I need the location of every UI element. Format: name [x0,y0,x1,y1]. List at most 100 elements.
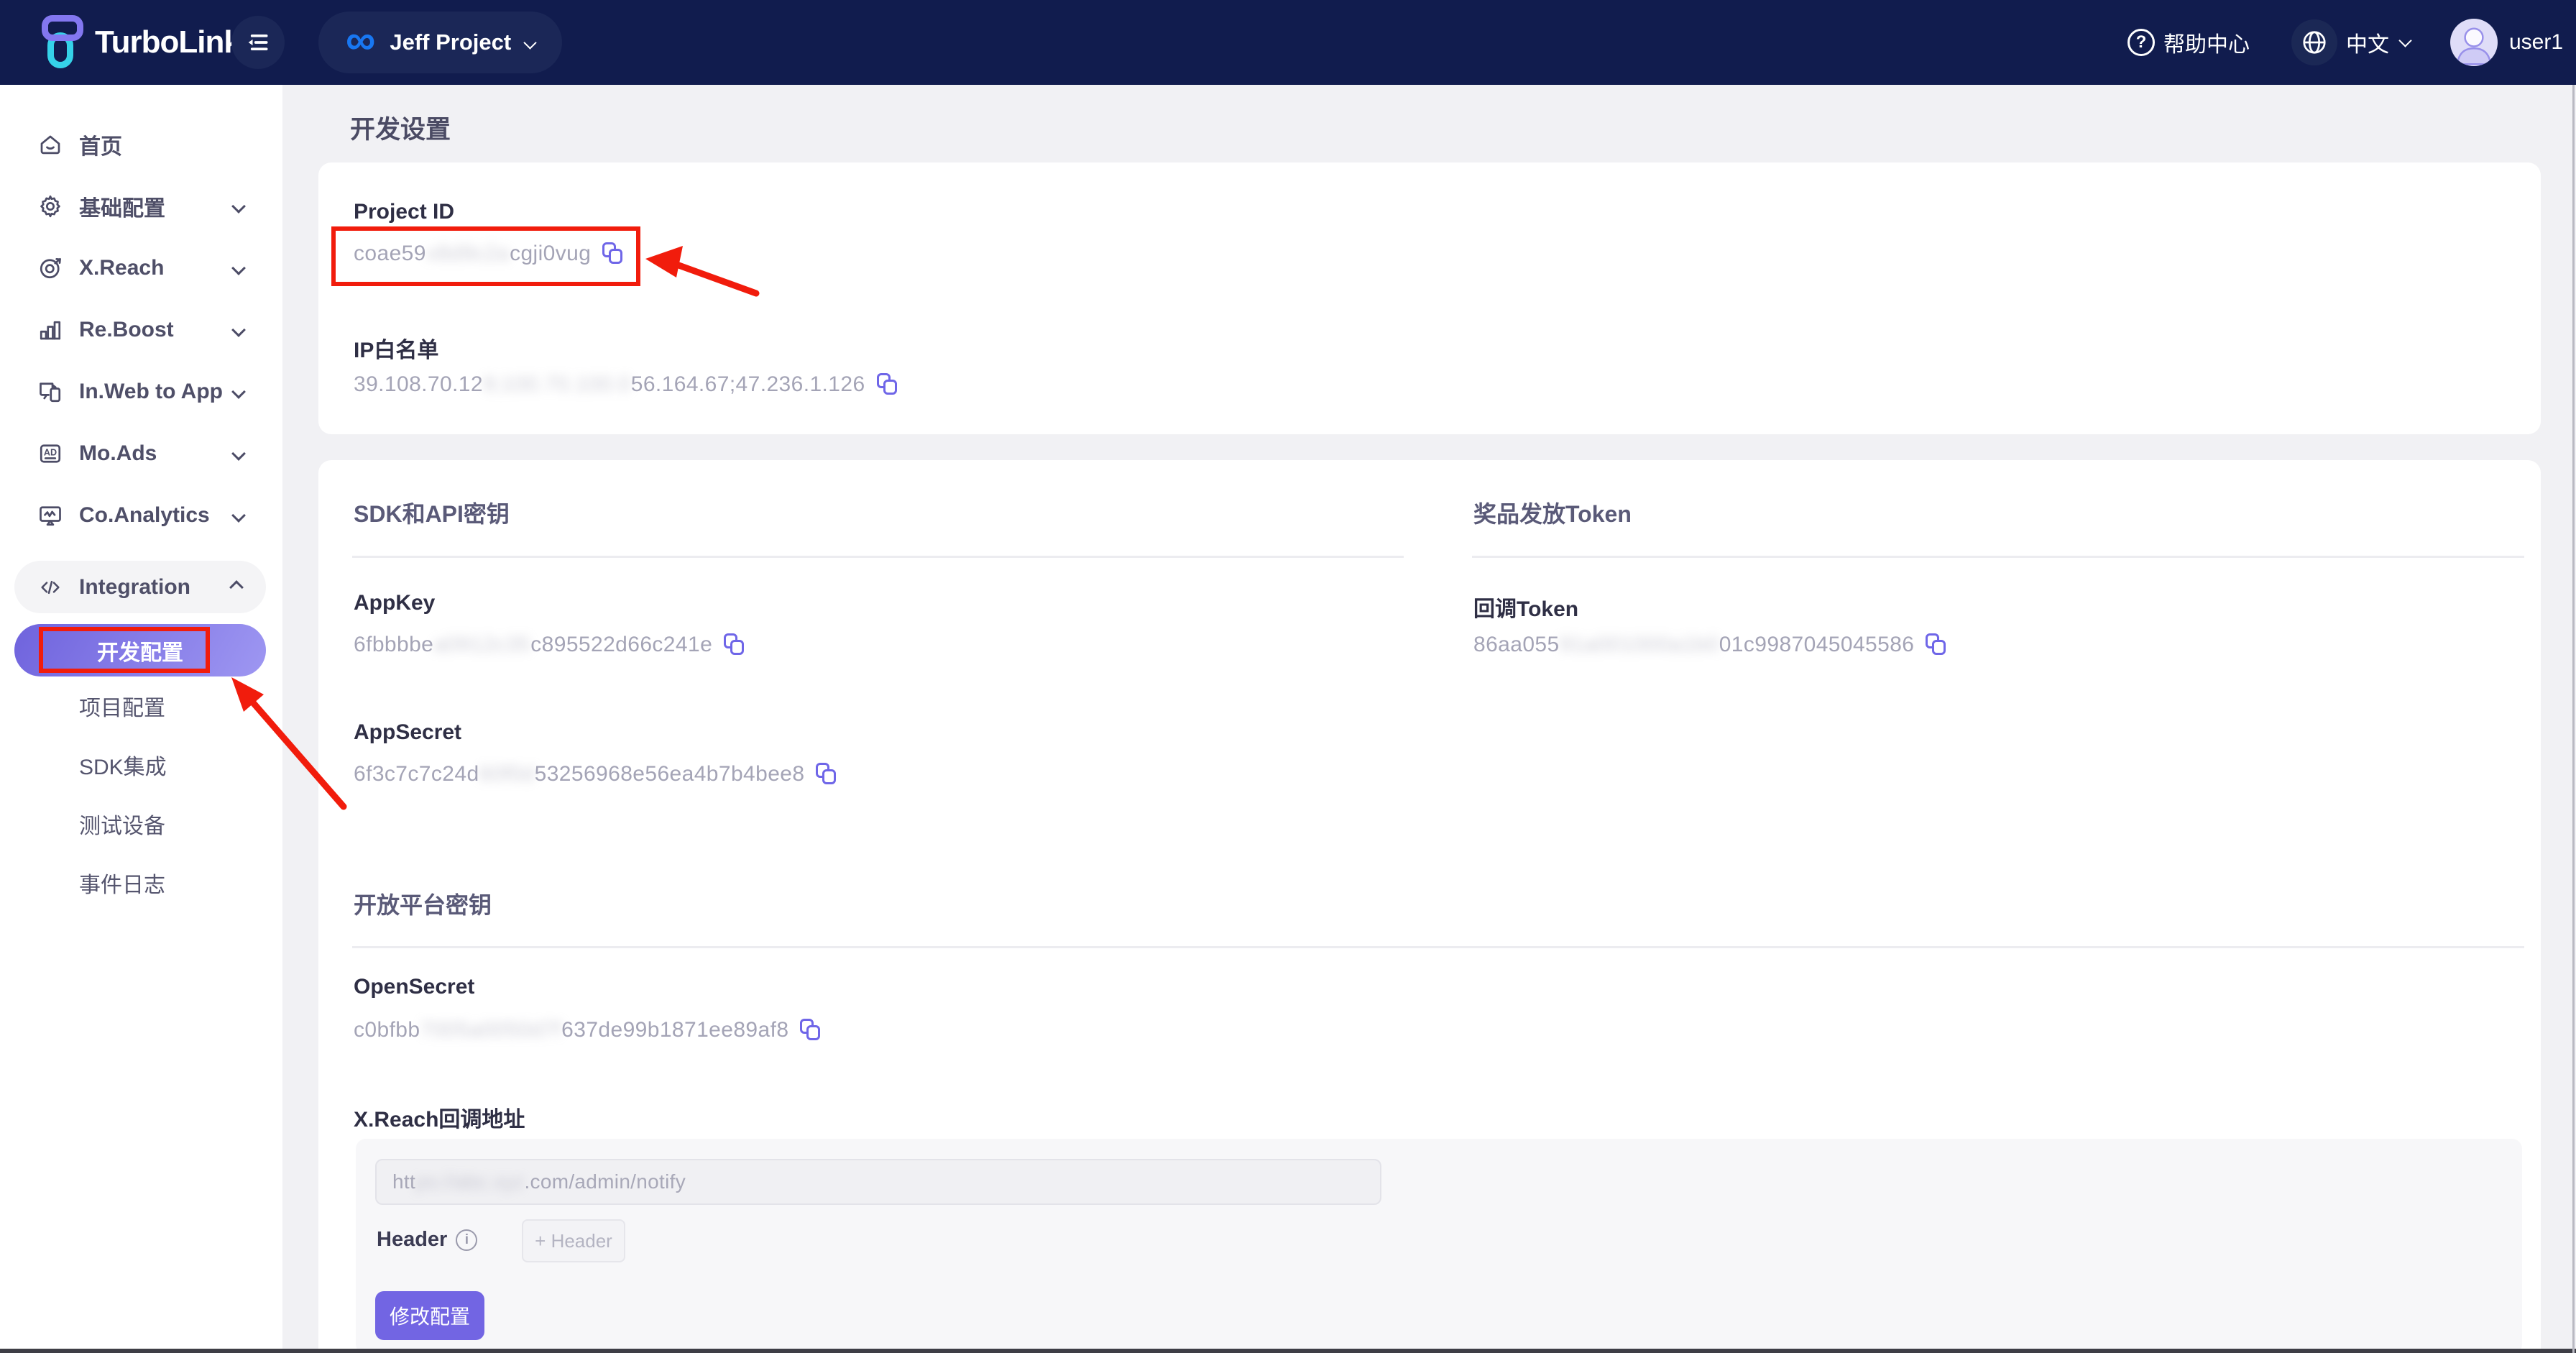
scrollbar-track[interactable] [2572,85,2575,1353]
sidebar-item-xreach[interactable]: X.Reach [0,237,282,299]
project-id-value: coae59 x8d9c2a cgji0vug [354,242,624,266]
sidebar: 首页 基础配置 X.Reach Re.Boost In.Web to App A… [0,85,282,1353]
sidebar-subitem-label: 项目配置 [79,697,165,720]
chevron-down-icon [231,261,246,275]
ip-whitelist-label: IP白名单 [354,339,439,362]
header-label: Header i [377,1228,478,1252]
logo-text: TurboLink [95,24,242,60]
chevron-down-icon [231,323,246,337]
sidebar-subitem-label: 事件日志 [79,873,165,897]
divider [1472,556,2524,558]
analytics-icon [37,503,63,528]
window-bottom-edge [0,1349,2576,1353]
sidebar-subitem-dev-config-active[interactable]: 开发配置 [14,624,266,676]
sidebar-subitem-project-config[interactable]: 项目配置 [0,676,282,735]
appkey-label: AppKey [354,591,436,615]
devices-icon [37,379,63,405]
appsecret-suffix: 53256968e56ea4b7b4bee8 [534,762,805,786]
chevron-down-icon [231,385,246,399]
sidebar-collapse-button[interactable] [231,16,285,69]
sidebar-item-home[interactable]: 首页 [0,114,282,175]
callback-token-suffix: 01c9987045045586 [1719,633,1915,656]
modify-config-button[interactable]: 修改配置 [375,1291,484,1340]
opensecret-suffix: 637de99b1871ee89af8 [561,1018,789,1042]
info-icon[interactable]: i [456,1229,478,1251]
project-id-suffix: cgji0vug [510,242,592,265]
appkey-masked: a0912c35 [433,633,531,656]
help-label: 帮助中心 [2163,33,2250,57]
callback-token-label: 回调Token [1473,597,1579,621]
callback-config-panel: htt ps://abc.xyz .com/admin/notify Header … [356,1139,2522,1353]
svg-text:AD: AD [44,448,57,458]
copy-icon[interactable] [876,373,898,396]
avatar[interactable] [2450,19,2498,66]
page-title: 开发设置 [350,116,451,144]
language-globe-button[interactable] [2291,19,2337,65]
project-info-card: Project ID coae59 x8d9c2a cgji0vug IP白名单 3… [318,162,2541,434]
callback-url-suffix: .com/admin/notify [524,1170,686,1193]
callback-url-masked: ps://abc.xyz [415,1170,525,1193]
copy-icon[interactable] [816,763,837,786]
chevron-up-icon [229,579,244,595]
sidebar-subitem-sdk-integration[interactable]: SDK集成 [0,735,282,794]
language-label[interactable]: 中文 [2346,27,2389,58]
appkey-prefix: 6fbbbbe [354,633,434,656]
copy-icon[interactable] [800,1019,822,1042]
project-id-prefix: coae59 [354,242,426,265]
gear-icon [37,193,63,219]
sidebar-subitem-label: 测试设备 [79,815,165,838]
sidebar-item-moads[interactable]: AD Mo.Ads [0,423,282,485]
user-avatar-icon [2456,27,2492,65]
copy-icon[interactable] [724,633,745,656]
help-icon: ? [2127,29,2155,56]
opensecret-label: OpenSecret [354,975,475,999]
sdk-api-section-title: SDK和API密钥 [354,501,510,527]
sidebar-item-inwebtoapp[interactable]: In.Web to App [0,361,282,423]
opensecret-prefix: c0bfbb [354,1018,420,1042]
project-switcher[interactable]: ∞ Jeff Project [318,12,563,73]
sidebar-item-coanalytics[interactable]: Co.Analytics [0,485,282,546]
sidebar-subitem-label: SDK集成 [79,756,167,779]
code-icon [37,574,63,600]
xreach-callback-label: X.Reach回调地址 [354,1108,525,1132]
copy-icon[interactable] [1926,633,1947,656]
callback-token-masked: 91a001000a1b0 [1559,633,1719,656]
sidebar-item-integration[interactable]: Integration [14,561,266,613]
opensecret-masked: 7005a0050d7f [420,1018,562,1042]
chevron-down-icon [2398,33,2412,47]
top-navbar: TurboLink ∞ Jeff Project ? 帮助中心 中文 user1 [0,0,2576,85]
sidebar-item-label: Co.Analytics [79,503,210,527]
chevron-down-icon [523,35,537,50]
header-label-text: Header [377,1228,448,1251]
sidebar-item-label: In.Web to App [79,380,223,403]
sidebar-subitem-test-devices[interactable]: 测试设备 [0,794,282,853]
appsecret-label: AppSecret [354,720,462,744]
divider [352,946,2524,948]
ad-icon: AD [37,441,63,467]
callback-url-input[interactable]: htt ps://abc.xyz .com/admin/notify [375,1159,1381,1205]
copy-icon[interactable] [602,242,624,265]
username[interactable]: user1 [2509,30,2563,55]
collapse-sidebar-icon [248,35,268,50]
sidebar-item-reboost[interactable]: Re.Boost [0,299,282,361]
help-center-link[interactable]: ? 帮助中心 [2127,27,2250,58]
sidebar-item-label: 基础配置 [79,197,165,221]
ip-masked: 9;100.70.100.0 [482,372,631,396]
appsecret-value: 6f3c7c7c24d 60f0d 53256968e56ea4b7b4bee8 [354,762,837,786]
meta-logo-icon: ∞ [346,17,376,63]
add-header-button[interactable]: + Header [522,1219,625,1262]
sidebar-item-basic-config[interactable]: 基础配置 [0,175,282,237]
appsecret-masked: 60f0d [479,762,535,786]
turbolink-logo-icon [40,12,86,73]
target-icon [37,255,63,281]
ip-suffix: 56.164.67;47.236.1.126 [630,372,865,396]
reward-token-section-title: 奖品发放Token [1473,501,1632,527]
callback-token-prefix: 86aa055 [1473,633,1560,656]
app-window: TurboLink ∞ Jeff Project ? 帮助中心 中文 user1… [0,0,2576,1353]
keys-card: SDK和API密钥 奖品发放Token AppKey 6fbbbbe a0912c… [318,460,2541,1353]
sidebar-subitem-event-logs[interactable]: 事件日志 [0,853,282,912]
callback-token-value: 86aa055 91a001000a1b0 01c9987045045586 [1473,633,1947,657]
project-id-masked: x8d9c2a [426,242,510,265]
divider [352,556,1404,558]
ip-whitelist-value: 39.108.70.12 9;100.70.100.0 56.164.67;47.2… [354,372,898,397]
